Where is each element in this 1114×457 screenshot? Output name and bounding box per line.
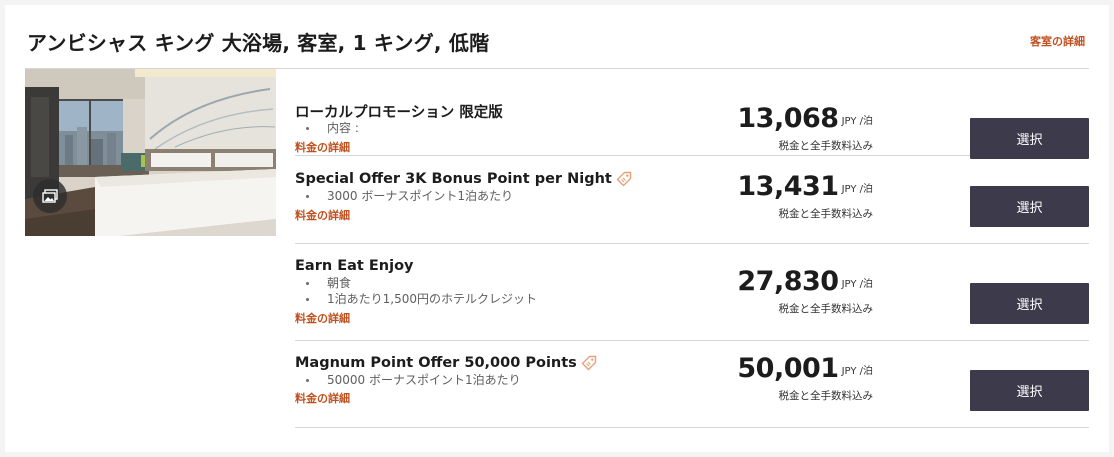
- rate-bullets: 内容 :: [303, 120, 359, 136]
- rate-row: ローカルプロモーション 限定版 内容 : 料金の詳細 13,068 JPY /泊…: [295, 69, 1089, 159]
- price-unit: JPY /泊: [841, 184, 873, 195]
- rate-bullet: 1泊あたり1,500円のホテルクレジット: [303, 291, 537, 307]
- rate-row: Special Offer 3K Bonus Point per Night 3…: [295, 156, 1089, 244]
- rate-bullets: 3000 ボーナスポイント1泊あたり: [303, 188, 513, 204]
- tag-icon: [616, 171, 632, 187]
- rate-name: ローカルプロモーション 限定版: [295, 101, 503, 122]
- rate-name: Magnum Point Offer 50,000 Points: [295, 355, 597, 371]
- rate-details-link[interactable]: 料金の詳細: [295, 310, 350, 326]
- rate-bullet: 内容 :: [303, 120, 359, 136]
- rate-name-text: Magnum Point Offer 50,000 Points: [295, 355, 577, 371]
- price-unit: JPY /泊: [841, 366, 873, 377]
- price-box: 50,001 JPY /泊 税金と全手数料込み: [737, 353, 873, 403]
- price-amount: 50,001: [737, 353, 839, 384]
- select-button[interactable]: 選択: [970, 370, 1089, 411]
- rate-name-text: Earn Eat Enjoy: [295, 258, 414, 274]
- rate-bullet: 朝食: [303, 275, 537, 291]
- price-unit: JPY /泊: [841, 116, 873, 127]
- room-title: アンビシャス キング 大浴場, 客室, 1 キング, 低階: [27, 31, 490, 55]
- price-tax-note: 税金と全手数料込み: [778, 303, 874, 315]
- rate-list: ローカルプロモーション 限定版 内容 : 料金の詳細 13,068 JPY /泊…: [295, 69, 1089, 428]
- select-button[interactable]: 選択: [970, 186, 1089, 227]
- rate-details-link[interactable]: 料金の詳細: [295, 207, 350, 223]
- rate-bullets: 50000 ボーナスポイント1泊あたり: [303, 372, 521, 388]
- rate-details-link[interactable]: 料金の詳細: [295, 139, 350, 155]
- price-box: 13,431 JPY /泊 税金と全手数料込み: [737, 171, 873, 221]
- room-card: アンビシャス キング 大浴場, 客室, 1 キング, 低階 客室の詳細 ローカル…: [5, 5, 1109, 452]
- rate-row: Earn Eat Enjoy 朝食 1泊あたり1,500円のホテルクレジット 料…: [295, 244, 1089, 341]
- rate-details-link[interactable]: 料金の詳細: [295, 390, 350, 406]
- price-amount: 13,431: [737, 171, 839, 202]
- select-button[interactable]: 選択: [970, 118, 1089, 159]
- rate-bullet: 50000 ボーナスポイント1泊あたり: [303, 372, 521, 388]
- room-photo[interactable]: [25, 69, 276, 236]
- rate-name-text: Special Offer 3K Bonus Point per Night: [295, 171, 612, 187]
- photo-gallery-button[interactable]: [33, 179, 67, 213]
- rate-bullet: 3000 ボーナスポイント1泊あたり: [303, 188, 513, 204]
- price-tax-note: 税金と全手数料込み: [778, 208, 874, 220]
- price-tax-note: 税金と全手数料込み: [778, 390, 874, 402]
- rate-bullets: 朝食 1泊あたり1,500円のホテルクレジット: [303, 275, 537, 307]
- price-amount: 27,830: [737, 266, 839, 297]
- price-box: 27,830 JPY /泊 税金と全手数料込み: [737, 266, 873, 316]
- room-details-link[interactable]: 客室の詳細: [1030, 33, 1085, 49]
- price-box: 13,068 JPY /泊 税金と全手数料込み: [737, 103, 873, 153]
- room-photo-image: [25, 69, 276, 236]
- tag-icon: [581, 355, 597, 371]
- price-unit: JPY /泊: [841, 279, 873, 290]
- photo-gallery-icon: [42, 189, 58, 203]
- price-amount: 13,068: [737, 103, 839, 134]
- rate-row: Magnum Point Offer 50,000 Points 50000 ボ…: [295, 341, 1089, 428]
- price-tax-note: 税金と全手数料込み: [778, 140, 874, 152]
- select-button[interactable]: 選択: [970, 283, 1089, 324]
- rate-name-text: ローカルプロモーション 限定版: [295, 105, 503, 121]
- rate-name: Special Offer 3K Bonus Point per Night: [295, 171, 632, 187]
- rate-name: Earn Eat Enjoy: [295, 258, 414, 274]
